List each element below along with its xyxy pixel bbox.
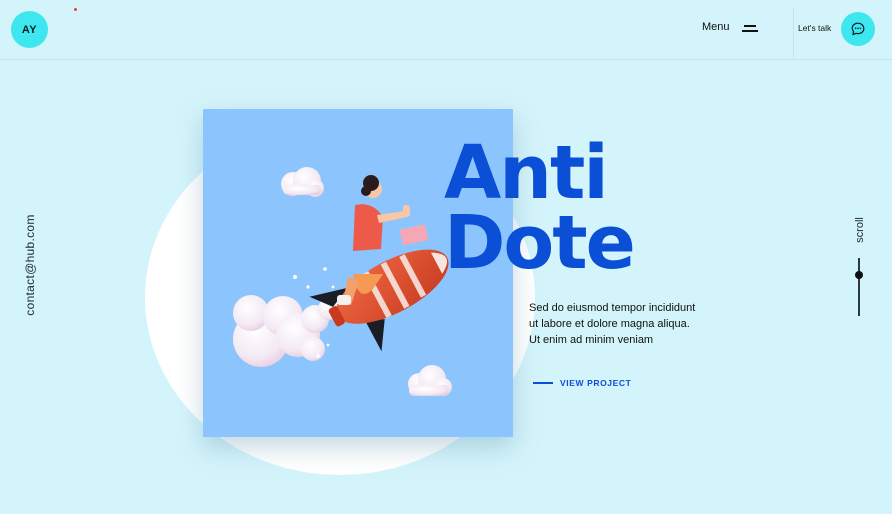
cloud-top	[281, 167, 324, 197]
divider	[793, 8, 794, 58]
description-line: ut labore et dolore magna aliqua.	[529, 318, 690, 330]
cloud-bottom	[408, 365, 452, 396]
scroll-label: scroll	[854, 217, 866, 243]
page: AY Menu Let's talk contact@hub.com scrol…	[0, 0, 892, 514]
header: AY Menu Let's talk	[0, 0, 892, 60]
hero-title: Anti Dote	[444, 130, 636, 286]
description-line: Ut enim ad minim veniam	[529, 334, 654, 346]
description-line: Sed do eiusmod tempor incididunt	[529, 302, 696, 314]
cta-dash	[533, 382, 553, 384]
hamburger-icon[interactable]	[742, 24, 758, 32]
logo-text: AY	[21, 23, 38, 36]
cursor-dot	[74, 8, 77, 11]
chat-bubble-icon	[851, 22, 865, 36]
contact-email-link[interactable]: contact@hub.com	[23, 214, 37, 315]
hero-title-line-2: Dote	[444, 200, 636, 286]
chat-button[interactable]	[841, 12, 875, 46]
logo[interactable]: AY	[11, 11, 48, 48]
view-project-link[interactable]: VIEW PROJECT	[560, 378, 631, 388]
hero-title-line-1: Anti	[444, 130, 609, 216]
scroll-indicator-thumb[interactable]	[855, 271, 863, 279]
lets-talk-link[interactable]: Let's talk	[798, 23, 831, 33]
menu-label[interactable]: Menu	[702, 21, 730, 33]
hero-description: Sed do eiusmod tempor incididunt ut labo…	[529, 300, 729, 348]
scroll-indicator-track[interactable]	[858, 258, 860, 316]
